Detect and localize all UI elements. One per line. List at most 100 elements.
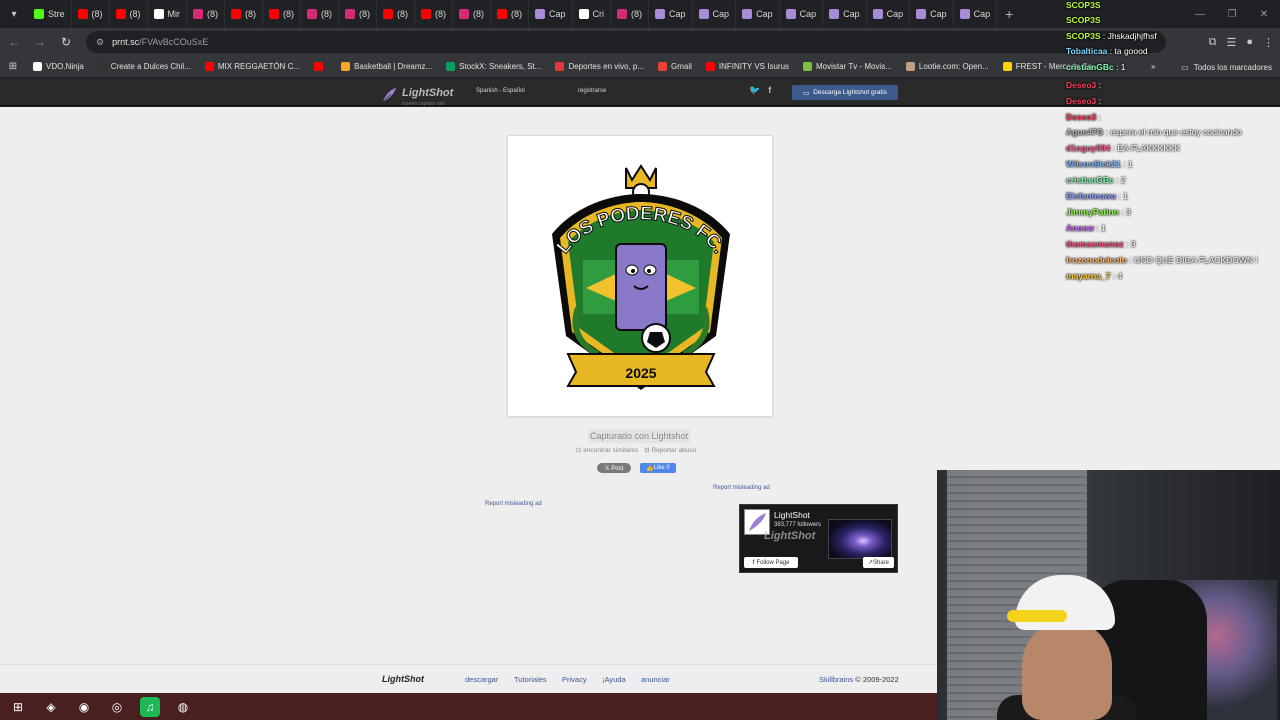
browser-tab[interactable]: (8) [263, 0, 302, 28]
bookmark-item[interactable]: Create a Dulces Chil... [91, 62, 198, 71]
footer-link-privacy[interactable]: Privacy [562, 675, 587, 684]
new-tab-button[interactable]: + [997, 6, 1021, 22]
follow-page-button[interactable]: f Follow Page [744, 557, 798, 568]
youtube-icon [383, 9, 394, 19]
language-select[interactable]: Spanish - Español [476, 88, 525, 94]
bookmark-item[interactable]: Movistar Tv - Movis... [796, 62, 899, 71]
browser-tab[interactable]: Cap [910, 0, 954, 28]
browser-tab[interactable]: Cap [529, 0, 573, 28]
bookmark-item[interactable]: Deportes en vivo, p... [548, 62, 651, 71]
download-button[interactable]: ▭ Descarga Lightshot gratis [792, 85, 898, 100]
chat-username[interactable]: WilsonSick21 [1066, 159, 1121, 169]
facebook-icon[interactable]: f [768, 85, 771, 96]
company-link[interactable]: Skillbrains [819, 675, 853, 684]
footer-logo[interactable]: LightShot [382, 674, 424, 684]
instagram-icon [459, 9, 470, 19]
url-host: prnt.sc [112, 37, 140, 47]
chat-username[interactable]: cristianGBc [1066, 175, 1114, 185]
reload-icon[interactable]: ↻ [54, 30, 78, 54]
browser-tab[interactable]: (8) [377, 0, 416, 28]
browser-tab[interactable]: Cap [823, 0, 867, 28]
chat-username[interactable]: JimmyPatinn [1066, 207, 1119, 217]
forward-icon[interactable]: → [28, 30, 52, 54]
bookmark-favicon-icon [658, 62, 668, 71]
browser-tab[interactable]: Cap [649, 0, 693, 28]
back-icon[interactable]: ← [2, 30, 26, 54]
tab-label: Cap [973, 9, 991, 19]
lightshot-icon [959, 9, 970, 19]
chat-username[interactable]: Deseo3 [1066, 80, 1096, 90]
chat-username[interactable]: Tobalticaa [1066, 46, 1107, 56]
bookmark-item[interactable]: Gmail [651, 62, 699, 71]
browser-tab[interactable]: (8) [453, 0, 492, 28]
browser-tab[interactable]: (8) [491, 0, 530, 28]
social-links: 🐦 f [749, 85, 771, 96]
url-input[interactable]: ⚙ prnt.sc /FVAvBcCOuSxE [86, 31, 1166, 53]
facebook-like-button[interactable]: 👍 Like 0 [640, 463, 676, 473]
browser-tab[interactable]: (8) [110, 0, 148, 28]
chrome-icon[interactable]: ◉ [74, 696, 94, 717]
browser-tab[interactable]: Cap [867, 0, 911, 28]
browser-tab[interactable]: (8) [415, 0, 454, 28]
chat-username[interactable]: Agus47G [1066, 127, 1103, 137]
find-similar-link[interactable]: ⊡ encontrar similares [576, 446, 638, 454]
chat-username[interactable]: cristianGBc [1066, 62, 1114, 72]
chat-username[interactable]: Elefanteuwu [1066, 191, 1116, 201]
bookmark-item[interactable]: VDO.Ninja [26, 62, 91, 71]
chat-username[interactable]: Deseo3 [1066, 112, 1096, 122]
register-link[interactable]: registrarse [578, 88, 606, 94]
chat-username[interactable]: Deseo3 [1066, 96, 1096, 106]
discord-chrome-icon[interactable]: ◎ [107, 696, 127, 717]
bookmark-item[interactable]: Basketball | Dreamz... [334, 62, 439, 71]
browser-tab[interactable]: Mir [148, 0, 188, 28]
chat-username[interactable]: d1oguy994 [1066, 143, 1110, 153]
browser-tab[interactable]: Stre [28, 0, 72, 28]
report-ad-link-left[interactable]: Report misleading ad [485, 501, 542, 507]
x-post-button[interactable]: 𝕏 Post [597, 463, 631, 473]
bookmark-item[interactable] [307, 62, 334, 71]
chat-username[interactable]: mayarna_7 [1066, 271, 1110, 281]
chat-username[interactable]: frozonodelcolo [1066, 255, 1127, 265]
report-abuse-link[interactable]: ⊟ Reportar abuso [644, 446, 696, 454]
browser-tab[interactable]: (8) [225, 0, 264, 28]
browser-tab[interactable]: (8) [611, 0, 650, 28]
lightshot-logo[interactable]: LightShot screen capture tool [380, 83, 453, 107]
share-button[interactable]: ↗ Share [863, 557, 894, 568]
browser-tab[interactable]: Cap [954, 0, 998, 28]
twitter-icon[interactable]: 🐦 [749, 85, 760, 96]
chat-username[interactable]: thomasmunoz [1066, 239, 1124, 249]
browser-tab[interactable]: (8) [187, 0, 226, 28]
tab-label: Cap [843, 9, 860, 19]
instagram-icon [345, 9, 356, 19]
browser-tab[interactable]: Cap [780, 0, 824, 28]
page-name[interactable]: LightShot [774, 510, 810, 520]
browser-tab[interactable]: Cap [736, 0, 780, 28]
footer-link-download[interactable]: descargar [465, 675, 498, 684]
chat-username[interactable]: SCOP3S [1066, 0, 1101, 10]
footer-link-help[interactable]: ¡Ayuda [602, 675, 626, 684]
screenshot-image[interactable]: LOS PODERES FC. 2025 [507, 135, 773, 417]
bookmark-item[interactable]: StockX: Sneakers, St... [439, 62, 548, 71]
spotify-icon[interactable]: ♫ [140, 696, 160, 717]
facebook-page-widget[interactable]: LightShot 383,777 followers LightShot f … [739, 504, 898, 573]
browser-tab[interactable]: Cri [573, 0, 612, 28]
bookmark-item[interactable]: MIX REGGAETÓN C... [198, 62, 307, 71]
obs-icon[interactable]: ◍ [173, 696, 193, 717]
apps-grid-icon[interactable]: ⊞ [0, 61, 26, 72]
footer-link-tutorials[interactable]: Tutoriales [514, 675, 547, 684]
browser-tab[interactable]: (8) [301, 0, 340, 28]
chat-username[interactable]: SCOP3S [1066, 15, 1101, 25]
copilot-icon[interactable]: ◈ [41, 696, 61, 717]
tab-search-icon[interactable]: ▾ [0, 0, 28, 28]
windows-start-icon[interactable]: ⊞ [8, 696, 28, 717]
bookmark-item[interactable]: INFINITY VS Isurus [699, 62, 796, 71]
chat-username[interactable]: SCOP3S [1066, 31, 1101, 41]
footer-link-advertise[interactable]: anunciar [641, 675, 670, 684]
report-ad-link-right[interactable]: Report misleading ad [713, 485, 770, 491]
bookmark-item[interactable]: Lootie.com: Open... [899, 62, 996, 71]
browser-tab[interactable]: Cap [693, 0, 737, 28]
browser-tab[interactable]: (8) [339, 0, 378, 28]
chat-username[interactable]: Anoew [1066, 223, 1094, 233]
browser-tab[interactable]: (8) [72, 0, 110, 28]
site-info-icon[interactable]: ⚙ [96, 37, 104, 48]
